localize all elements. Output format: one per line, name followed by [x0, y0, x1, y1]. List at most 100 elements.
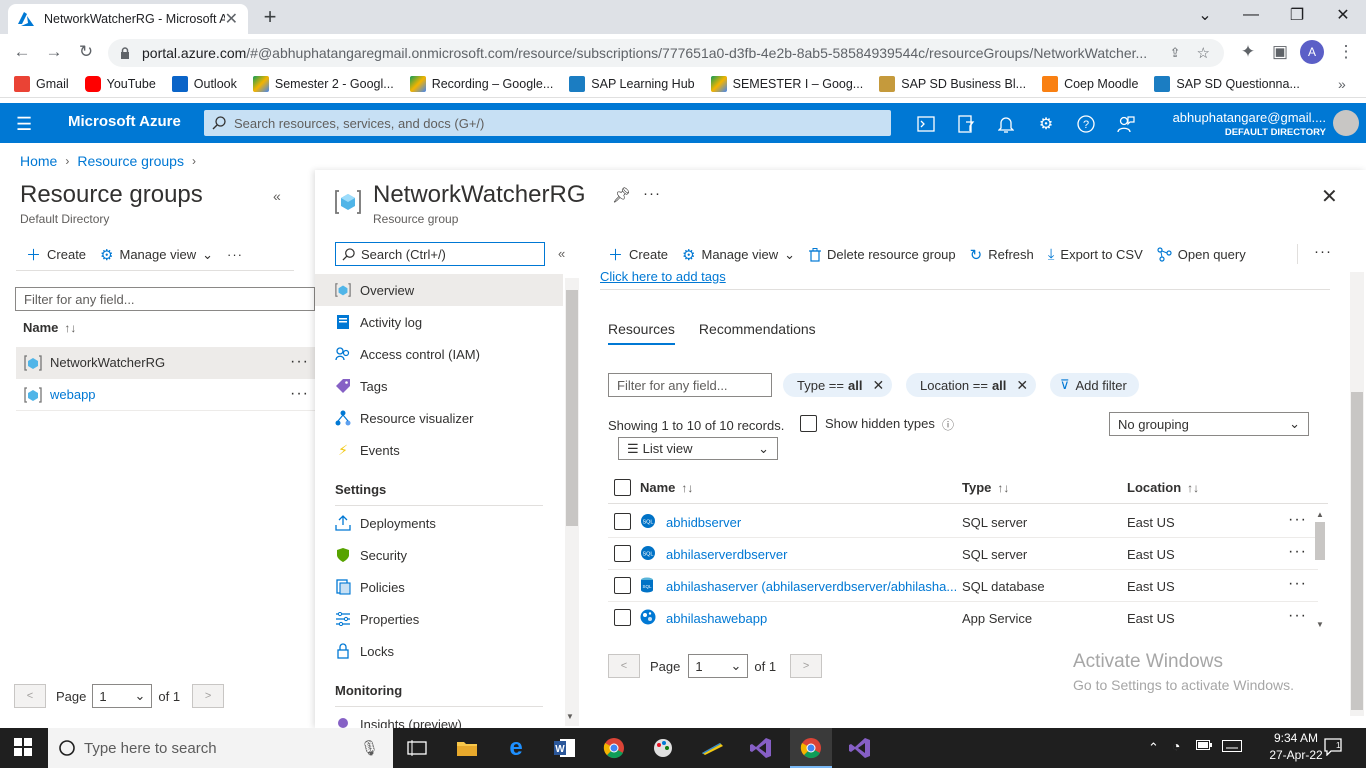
- row-more-icon[interactable]: ···: [1288, 575, 1307, 593]
- tool-icon[interactable]: [697, 733, 727, 763]
- manage-view-button[interactable]: ⚙ Manage view ⌄: [100, 246, 213, 264]
- previous-page-button[interactable]: <: [14, 684, 46, 708]
- menu-item-events[interactable]: ⚡︎ Events: [315, 434, 563, 466]
- menu-item-properties[interactable]: Properties: [315, 603, 563, 635]
- remove-filter-icon[interactable]: ✕: [872, 377, 884, 394]
- bookmark-coep-moodle[interactable]: Coep Moodle: [1042, 75, 1138, 92]
- more-actions-button[interactable]: ···: [227, 247, 243, 262]
- browser-tab[interactable]: NetworkWatcherRG - Microsoft A ✕: [8, 4, 248, 34]
- file-explorer-icon[interactable]: [452, 733, 482, 763]
- resources-filter-input[interactable]: Filter for any field...: [608, 373, 772, 397]
- breadcrumb-home[interactable]: Home: [20, 153, 57, 169]
- word-icon[interactable]: W: [550, 733, 580, 763]
- resource-groups-filter-input[interactable]: Filter for any field...: [15, 287, 315, 311]
- menu-item-locks[interactable]: Locks: [315, 635, 563, 667]
- menu-item-activity-log[interactable]: Activity log: [315, 306, 563, 338]
- menu-item-access-control[interactable]: Access control (IAM): [315, 338, 563, 370]
- list-view-dropdown[interactable]: ☰ List view ⌄: [618, 437, 778, 460]
- add-filter-button[interactable]: ⊽ Add filter: [1050, 373, 1139, 397]
- azure-brand[interactable]: Microsoft Azure: [68, 113, 181, 130]
- show-hidden-types-checkbox[interactable]: [800, 415, 817, 432]
- remove-filter-icon[interactable]: ✕: [1016, 377, 1028, 394]
- resource-name-link[interactable]: abhilashaserver (abhilaserverdbserver/ab…: [666, 579, 956, 594]
- collapse-pane-icon[interactable]: «: [273, 188, 281, 204]
- row-more-icon[interactable]: ···: [290, 385, 309, 403]
- add-tags-link[interactable]: Click here to add tags: [600, 269, 726, 284]
- extensions-icon[interactable]: ✦: [1236, 40, 1260, 64]
- notification-center-icon[interactable]: 1: [1324, 738, 1342, 756]
- more-bookmarks-icon[interactable]: »: [1338, 76, 1346, 92]
- menu-search-input[interactable]: Search (Ctrl+/): [335, 242, 545, 266]
- location-filter-pill[interactable]: Location == all ✕: [906, 373, 1037, 397]
- battery-icon[interactable]: [1196, 740, 1212, 750]
- directory-filter-icon[interactable]: [955, 113, 977, 135]
- visual-studio-icon[interactable]: [746, 733, 776, 763]
- menu-scrollbar-thumb[interactable]: [566, 290, 578, 526]
- paint-icon[interactable]: [648, 733, 678, 763]
- type-column-header[interactable]: Type ↑↓: [962, 480, 1009, 495]
- location-column-header[interactable]: Location ↑↓: [1127, 480, 1199, 495]
- address-bar[interactable]: portal.azure.com/#@abhuphatangaregmail.o…: [108, 39, 1224, 67]
- type-filter-pill[interactable]: Type == all ✕: [783, 373, 893, 397]
- bookmark-outlook[interactable]: Outlook: [171, 75, 237, 92]
- resource-group-row[interactable]: NetworkWatcherRG ···: [16, 347, 315, 379]
- pin-icon[interactable]: 📌︎: [612, 186, 631, 204]
- forward-button[interactable]: →: [42, 40, 66, 64]
- menu-item-tags[interactable]: Tags: [315, 370, 563, 402]
- next-page-button[interactable]: >: [192, 684, 225, 708]
- row-checkbox[interactable]: [614, 513, 631, 530]
- edge-icon[interactable]: e: [501, 733, 531, 763]
- bookmark-sap-sd-questionnaire[interactable]: SAP SD Questionna...: [1154, 75, 1300, 92]
- table-row[interactable]: abhilashawebapp App Service East US ···: [608, 602, 1318, 634]
- table-row[interactable]: SQL abhilashaserver (abhilaserverdbserve…: [608, 570, 1318, 602]
- resource-name-link[interactable]: abhidbserver: [666, 515, 956, 530]
- grouping-dropdown[interactable]: No grouping ⌄: [1109, 412, 1309, 436]
- table-row[interactable]: SQL abhilaserverdbserver SQL server East…: [608, 538, 1318, 570]
- resource-name-link[interactable]: abhilashawebapp: [666, 611, 956, 626]
- name-column-header[interactable]: Name ↑↓: [23, 320, 76, 335]
- menu-item-insights[interactable]: Insights (preview): [315, 708, 563, 728]
- bookmark-semester1[interactable]: SEMESTER I – Goog...: [710, 75, 863, 92]
- page-select[interactable]: 1 ⌄: [92, 684, 153, 708]
- notifications-bell-icon[interactable]: [995, 113, 1017, 135]
- bookmark-sap-sd-business[interactable]: SAP SD Business Bl...: [879, 75, 1026, 92]
- portal-menu-icon[interactable]: ☰: [16, 114, 32, 135]
- page-select[interactable]: 1 ⌄: [688, 654, 749, 678]
- refresh-button[interactable]: ↻ Refresh: [970, 246, 1034, 264]
- microphone-icon[interactable]: 🎙︎: [360, 739, 379, 757]
- resource-name-link[interactable]: abhilaserverdbserver: [666, 547, 956, 562]
- close-tab-icon[interactable]: ✕: [225, 9, 238, 29]
- create-button[interactable]: ＋ Create: [608, 244, 668, 265]
- chrome-icon[interactable]: [599, 733, 629, 763]
- close-icon[interactable]: ✕: [1321, 184, 1338, 209]
- collapse-menu-icon[interactable]: «: [558, 246, 565, 261]
- breadcrumb-resource-groups[interactable]: Resource groups: [77, 153, 184, 169]
- visual-studio-icon[interactable]: [845, 733, 875, 763]
- name-column-header[interactable]: Name ↑↓: [640, 480, 693, 495]
- task-view-icon[interactable]: [402, 733, 432, 763]
- menu-item-resource-visualizer[interactable]: Resource visualizer: [315, 402, 563, 434]
- table-row[interactable]: SQL abhidbserver SQL server East US ···: [608, 506, 1318, 538]
- windows-start-icon[interactable]: [14, 738, 32, 756]
- bookmark-youtube[interactable]: YouTube: [84, 75, 156, 92]
- share-icon[interactable]: ⇪: [1170, 45, 1181, 61]
- blade-more-icon[interactable]: ···: [643, 185, 661, 202]
- menu-item-overview[interactable]: Overview: [315, 274, 563, 306]
- tab-resources[interactable]: Resources: [608, 321, 675, 345]
- info-icon[interactable]: ⓘ: [942, 416, 954, 433]
- reload-button[interactable]: ↻: [74, 40, 98, 64]
- row-more-icon[interactable]: ···: [1288, 543, 1307, 561]
- menu-item-deployments[interactable]: Deployments: [315, 507, 563, 539]
- create-button[interactable]: ＋ Create: [26, 244, 86, 265]
- more-actions-button[interactable]: ···: [1314, 243, 1332, 260]
- delete-resource-group-button[interactable]: Delete resource group: [809, 247, 956, 262]
- bookmark-sap-learning-hub[interactable]: SAP Learning Hub: [569, 75, 695, 92]
- tab-recommendations[interactable]: Recommendations: [699, 321, 816, 345]
- manage-view-button[interactable]: ⚙ Manage view ⌄: [682, 246, 795, 264]
- scroll-down-icon[interactable]: ▼: [566, 712, 574, 721]
- bookmark-star-icon[interactable]: ☆: [1197, 44, 1210, 62]
- scroll-up-icon[interactable]: ▲: [1316, 510, 1324, 519]
- menu-item-security[interactable]: Security: [315, 539, 563, 571]
- previous-page-button[interactable]: <: [608, 654, 640, 678]
- blade-scrollbar-thumb[interactable]: [1351, 392, 1363, 710]
